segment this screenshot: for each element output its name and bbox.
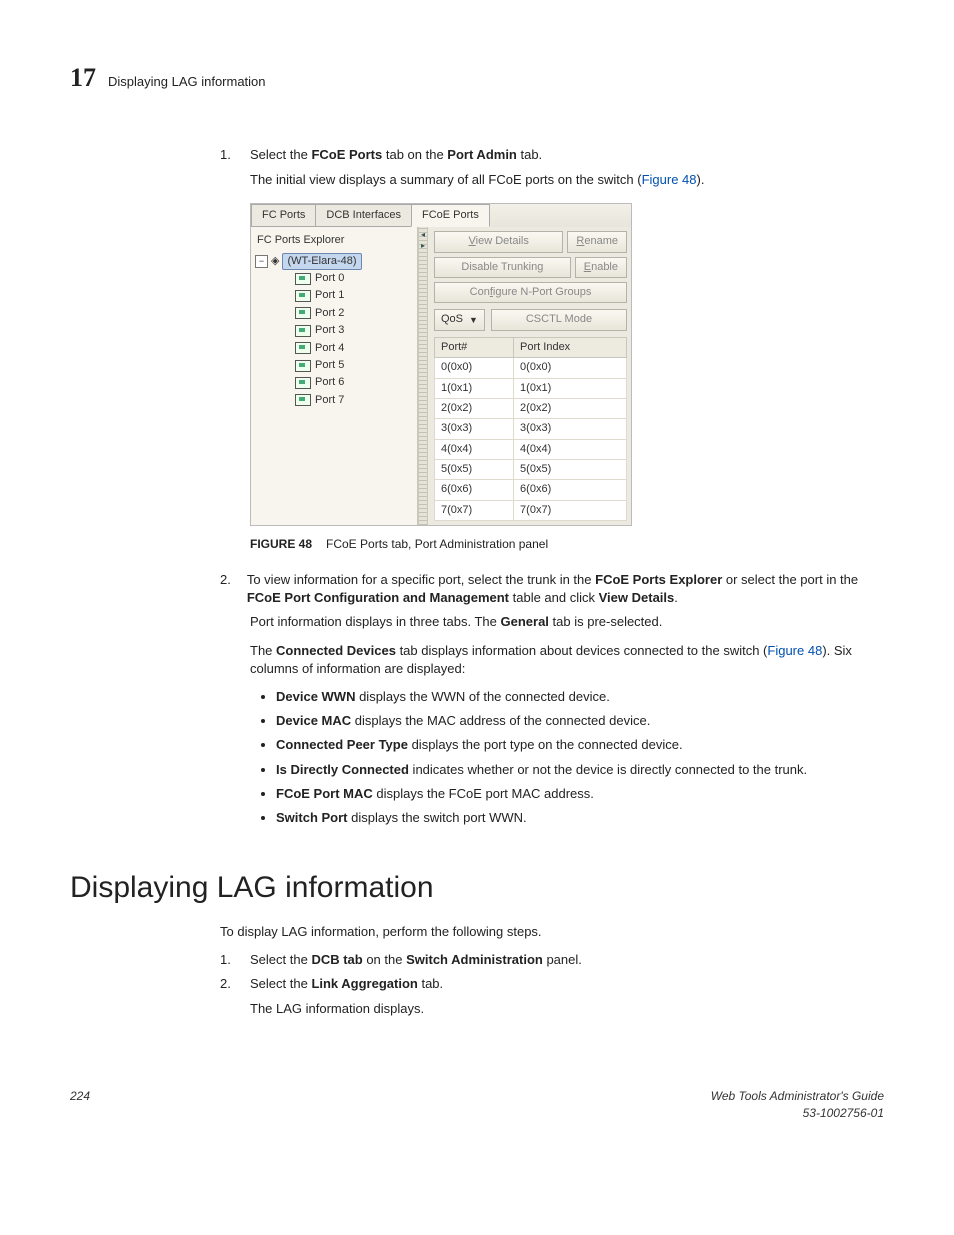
figure-link[interactable]: Figure 48 [642,172,697,187]
table-row[interactable]: 0(0x0)0(0x0) [435,358,627,378]
lag-step: 1.Select the DCB tab on the Switch Admin… [220,951,884,969]
step-1: 1. Select the FCoE Ports tab on the Port… [220,146,884,164]
figure-caption: FIGURE 48FCoE Ports tab, Port Administra… [250,536,884,553]
tree-port-item[interactable]: Port 6 [295,374,415,391]
list-item: Connected Peer Type displays the port ty… [276,736,884,754]
ports-table: Port# Port Index 0(0x0)0(0x0)1(0x1)1(0x1… [434,337,627,522]
arrow-right-icon: ▸ [421,240,425,251]
table-row[interactable]: 1(0x1)1(0x1) [435,378,627,398]
chevron-down-icon: ▼ [469,314,478,327]
tree-port-item[interactable]: Port 5 [295,357,415,374]
page-number: 224 [70,1088,90,1122]
page-footer: 224 Web Tools Administrator's Guide 53-1… [70,1088,884,1122]
disable-trunking-button[interactable]: Disable Trunking [434,257,571,278]
switch-icon: ◈ [271,254,279,269]
explorer-title: FC Ports Explorer [255,231,415,252]
table-row[interactable]: 3(0x3)3(0x3) [435,419,627,439]
port-admin-screenshot: FC Ports DCB Interfaces FCoE Ports FC Po… [250,203,632,526]
table-row[interactable]: 6(0x6)6(0x6) [435,480,627,500]
port-icon [295,342,311,354]
enable-button[interactable]: Enable [575,257,627,278]
tree-port-item[interactable]: Port 4 [295,340,415,357]
arrow-left-icon: ◂ [421,229,425,240]
table-row[interactable]: 5(0x5)5(0x5) [435,460,627,480]
table-row[interactable]: 2(0x2)2(0x2) [435,398,627,418]
explorer-pane: FC Ports Explorer − ◈ (WT-Elara-48) Port… [251,227,418,525]
table-row[interactable]: 4(0x4)4(0x4) [435,439,627,459]
port-icon [295,377,311,389]
qos-dropdown[interactable]: QoS ▼ [434,309,485,330]
configure-nport-button[interactable]: Configure N-Port Groups [434,282,627,303]
step-number: 1. [220,146,234,164]
tree-root[interactable]: − ◈ (WT-Elara-48) [255,253,415,270]
rename-button[interactable]: Rename [567,231,627,252]
connected-devices-fields: Device WWN displays the WWN of the conne… [276,688,884,827]
list-item: Device MAC displays the MAC address of t… [276,712,884,730]
table-row[interactable]: 7(0x7)7(0x7) [435,500,627,520]
tab-dcb-interfaces[interactable]: DCB Interfaces [315,204,412,227]
csctl-mode-button[interactable]: CSCTL Mode [491,309,627,330]
tree-port-item[interactable]: Port 3 [295,322,415,339]
step-2-paragraph-b: The Connected Devices tab displays infor… [250,642,884,678]
port-icon [295,360,311,372]
details-pane: View Details Rename Disable Trunking Ena… [428,227,631,525]
tree-port-item[interactable]: Port 0 [295,270,415,287]
list-item: Device WWN displays the WWN of the conne… [276,688,884,706]
step-text: To view information for a specific port,… [247,571,884,607]
step-2-paragraph-a: Port information displays in three tabs.… [250,613,884,631]
list-item: Switch Port displays the switch port WWN… [276,809,884,827]
footer-right: Web Tools Administrator's Guide 53-10027… [711,1088,884,1122]
port-icon [295,394,311,406]
tree-port-item[interactable]: Port 2 [295,305,415,322]
step-2: 2. To view information for a specific po… [220,571,884,607]
tab-fcoe-ports[interactable]: FCoE Ports [411,204,490,227]
port-icon [295,290,311,302]
port-icon [295,273,311,285]
lag-intro: To display LAG information, perform the … [220,923,884,941]
port-icon [295,307,311,319]
lag-after: The LAG information displays. [250,1000,884,1018]
view-details-button[interactable]: View Details [434,231,563,252]
tree-port-item[interactable]: Port 1 [295,287,415,304]
tab-fc-ports[interactable]: FC Ports [251,204,316,227]
step-text: Select the FCoE Ports tab on the Port Ad… [250,146,542,164]
step-number: 2. [220,571,231,607]
root-node-label[interactable]: (WT-Elara-48) [282,253,361,270]
chapter-number: 17 [70,60,96,96]
figure-48: FC Ports DCB Interfaces FCoE Ports FC Po… [250,203,884,526]
running-title: Displaying LAG information [108,73,266,91]
collapse-icon[interactable]: − [255,255,268,268]
figure-link[interactable]: Figure 48 [767,643,822,658]
list-item: FCoE Port MAC displays the FCoE port MAC… [276,785,884,803]
splitter-handle[interactable]: ◂ ▸ [418,227,428,525]
list-item: Is Directly Connected indicates whether … [276,761,884,779]
step-1-paragraph: The initial view displays a summary of a… [250,171,884,189]
lag-step: 2.Select the Link Aggregation tab. [220,975,884,993]
port-icon [295,325,311,337]
tree-port-item[interactable]: Port 7 [295,392,415,409]
col-port-number[interactable]: Port# [435,337,514,357]
tab-bar: FC Ports DCB Interfaces FCoE Ports [251,204,631,227]
page-header: 17 Displaying LAG information [70,60,884,96]
section-heading: Displaying LAG information [70,867,884,909]
col-port-index[interactable]: Port Index [514,337,627,357]
